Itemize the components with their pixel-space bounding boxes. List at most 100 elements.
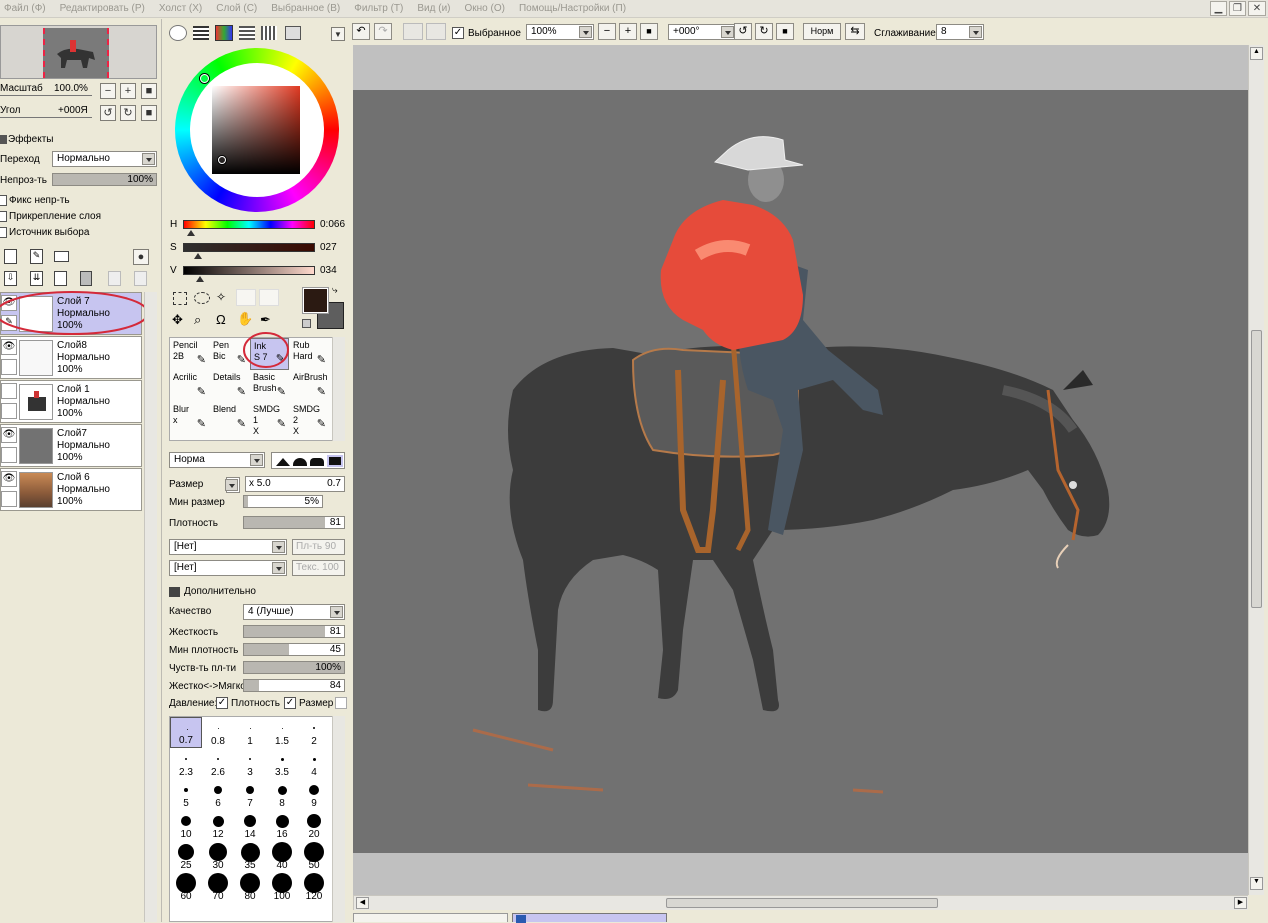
size-multiplier-dropdown[interactable] (225, 477, 240, 493)
brush-cell[interactable]: Details ✎ (210, 370, 249, 402)
brush-cell[interactable]: Blend ✎ (210, 402, 249, 434)
merge-down-icon[interactable]: ⇊ (30, 271, 43, 286)
document-tab[interactable] (353, 913, 508, 922)
vertical-scroll-thumb[interactable] (1251, 330, 1262, 608)
brush-cell[interactable]: SMDG 1 X ✎ (250, 402, 289, 436)
selection-source-checkbox[interactable] (0, 227, 7, 238)
pressure-density-checkbox[interactable]: ✓ (216, 697, 228, 709)
minimize-button[interactable]: ▁ (1210, 1, 1227, 16)
brush-size-cell[interactable]: 20 (298, 810, 330, 841)
shape-soft-icon[interactable] (310, 458, 324, 466)
copy-layer-icon[interactable] (108, 271, 121, 286)
restore-button[interactable]: ❐ (1229, 1, 1246, 16)
min-density-slider[interactable]: 45 (243, 643, 345, 656)
rotate-reset-button[interactable]: ■ (141, 105, 157, 121)
scratchpad-tab[interactable] (285, 26, 301, 40)
canvas-vertical-scrollbar[interactable]: ▲ ▼ (1248, 45, 1264, 895)
new-vector-layer-icon[interactable]: ✎ (30, 249, 43, 264)
menu-file[interactable]: Файл (Ф) (4, 3, 46, 14)
eye-slot[interactable] (1, 383, 17, 399)
new-layer-icon[interactable] (4, 249, 17, 264)
redo-button[interactable]: ↷ (374, 23, 392, 40)
brush-size-cell[interactable]: 4 (298, 748, 330, 779)
magic-wand-icon[interactable]: ✧ (216, 290, 226, 304)
eye-icon[interactable]: 👁 (1, 339, 17, 355)
zoom-out-button[interactable]: − (100, 83, 116, 99)
paste-layer-icon[interactable] (134, 271, 147, 286)
texture-select-2[interactable]: [Нет] (169, 560, 287, 576)
pressure-size-checkbox[interactable]: ✓ (284, 697, 296, 709)
brush-size-cell[interactable]: 40 (266, 841, 298, 872)
angle-select[interactable]: +000° (668, 24, 736, 40)
brush-scrollbar[interactable] (332, 337, 345, 441)
navigator-preview[interactable] (0, 25, 157, 79)
swatches-tab[interactable] (239, 26, 255, 40)
shape-hard-icon[interactable] (276, 458, 290, 466)
texture-select-1[interactable]: [Нет] (169, 539, 287, 555)
brush-size-cell[interactable]: 25 (170, 841, 202, 872)
brush-size-cell[interactable]: 30 (202, 841, 234, 872)
toolbar-rotate-left-button[interactable]: ↺ (734, 23, 752, 40)
scroll-right-button[interactable]: ▶ (1234, 897, 1247, 909)
canvas[interactable] (353, 90, 1248, 853)
menu-canvas[interactable]: Холст (Х) (159, 3, 202, 14)
brush-size-cell[interactable]: 14 (234, 810, 266, 841)
scroll-left-button[interactable]: ◀ (356, 897, 369, 909)
size-field[interactable]: x 5.0 0.7 (245, 476, 345, 492)
layer-item[interactable]: Слой 1 Нормально 100% (0, 380, 142, 423)
blend-mode-select[interactable]: Нормально (52, 151, 157, 167)
brush-size-cell[interactable]: 0.7 (170, 717, 202, 748)
smoothing-select[interactable]: 8 (936, 24, 984, 40)
menu-layer[interactable]: Слой (С) (216, 3, 257, 14)
brush-size-cell[interactable]: 6 (202, 779, 234, 810)
new-folder-icon[interactable] (54, 251, 69, 262)
brush-cell[interactable]: Basic Brush ✎ (250, 370, 289, 402)
brush-size-cell[interactable]: 80 (234, 872, 266, 903)
eye-icon[interactable]: 👁 (1, 471, 17, 487)
clear-layer-icon[interactable] (54, 271, 67, 286)
pressure-extra-checkbox[interactable] (335, 697, 347, 709)
brush-cell[interactable]: AirBrush ✎ (290, 370, 329, 402)
brush-mode-select[interactable]: Норма (169, 452, 265, 468)
rotate-tool-icon[interactable]: Ω (216, 312, 226, 327)
advanced-collapse-icon[interactable] (169, 587, 180, 597)
brush-size-cell[interactable]: 3.5 (266, 748, 298, 779)
lock-slot[interactable] (1, 403, 17, 419)
layer-options-button[interactable]: ● (133, 249, 149, 265)
hand-icon[interactable]: ✋ (237, 311, 253, 327)
brush-size-cell[interactable]: 2.6 (202, 748, 234, 779)
v-value[interactable]: 034 (320, 265, 337, 276)
canvas-horizontal-scrollbar[interactable]: ◀ ▶ (353, 895, 1248, 910)
brush-cell[interactable]: Pencil 2B ✎ (170, 338, 209, 370)
brush-size-cell[interactable]: 10 (170, 810, 202, 841)
scroll-down-button[interactable]: ▼ (1250, 877, 1263, 890)
menu-edit[interactable]: Редактировать (Р) (60, 3, 145, 14)
shape-medium-icon[interactable] (293, 458, 307, 466)
brush-size-cell[interactable]: 1 (234, 717, 266, 748)
transfer-down-icon[interactable]: ⇩ (4, 271, 17, 286)
show-selection-checkbox[interactable]: ✓ (452, 27, 464, 39)
panel-menu-button[interactable]: ▼ (331, 27, 345, 41)
color-wheel[interactable] (175, 48, 339, 212)
rect-select-icon[interactable] (173, 292, 187, 305)
rotate-left-button[interactable]: ↺ (100, 105, 116, 121)
brush-size-cell[interactable]: 12 (202, 810, 234, 841)
menu-filter[interactable]: Фильтр (Т) (354, 3, 403, 14)
opacity-slider[interactable]: 100% (52, 173, 157, 186)
primary-color-swatch[interactable] (302, 287, 329, 314)
lock-slot[interactable] (1, 447, 17, 463)
deselect-button[interactable] (403, 23, 423, 40)
transparent-color-icon[interactable] (302, 319, 311, 328)
brush-size-cell[interactable]: 120 (298, 872, 330, 903)
density-slider[interactable]: 81 (243, 516, 345, 529)
eye-icon[interactable]: 👁 (1, 427, 17, 443)
canvas-viewport[interactable] (353, 45, 1248, 895)
brush-shape-picker[interactable] (271, 452, 345, 469)
move-icon[interactable]: ✥ (172, 312, 183, 328)
palette-tab[interactable] (261, 26, 277, 40)
brush-size-cell[interactable]: 50 (298, 841, 330, 872)
invert-selection-button[interactable] (426, 23, 446, 40)
shape-flat-icon[interactable] (327, 455, 343, 467)
zoom-tool-icon[interactable]: ⌕ (194, 312, 201, 328)
quality-select[interactable]: 4 (Лучше) (243, 604, 345, 620)
